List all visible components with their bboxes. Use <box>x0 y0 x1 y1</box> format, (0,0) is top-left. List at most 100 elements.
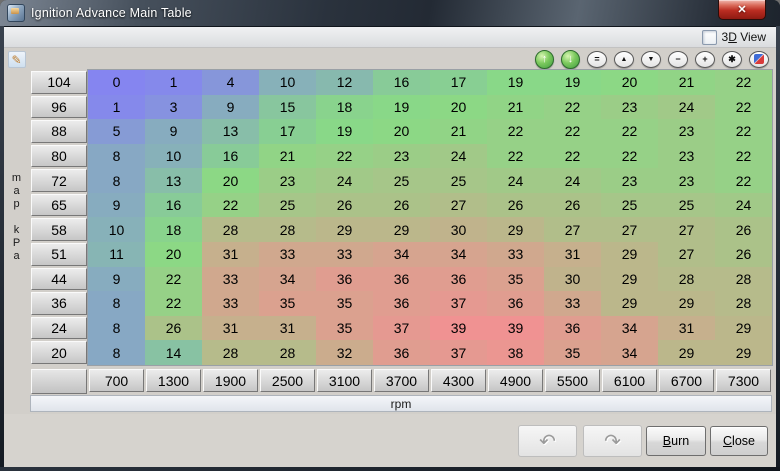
column-header-4900[interactable]: 4900 <box>487 368 544 393</box>
table-cell-r2-c3[interactable]: 17 <box>259 119 316 144</box>
table-cell-r6-c4[interactable]: 29 <box>316 217 373 243</box>
table-cell-r7-c2[interactable]: 31 <box>202 242 259 267</box>
table-cell-r8-c9[interactable]: 29 <box>601 266 658 292</box>
table-cell-r10-c4[interactable]: 35 <box>316 315 373 341</box>
column-header-1300[interactable]: 1300 <box>145 368 202 393</box>
table-cell-r10-c7[interactable]: 39 <box>487 315 544 341</box>
table-cell-r7-c1[interactable]: 20 <box>145 242 202 267</box>
column-header-5500[interactable]: 5500 <box>544 368 601 393</box>
column-header-1900[interactable]: 1900 <box>202 368 259 393</box>
table-cell-r2-c5[interactable]: 20 <box>373 119 430 144</box>
table-cell-r7-c11[interactable]: 26 <box>715 242 772 267</box>
table-cell-r6-c7[interactable]: 29 <box>487 217 544 243</box>
lower-values-button[interactable]: ↓ <box>561 49 580 69</box>
table-cell-r7-c0[interactable]: 11 <box>88 242 145 267</box>
table-cell-r5-c1[interactable]: 16 <box>145 192 202 218</box>
table-cell-r0-c2[interactable]: 4 <box>202 70 259 95</box>
table-cell-r11-c11[interactable]: 29 <box>715 340 772 365</box>
table-cell-r2-c11[interactable]: 22 <box>715 119 772 144</box>
table-cell-r7-c9[interactable]: 29 <box>601 242 658 267</box>
table-cell-r1-c10[interactable]: 24 <box>658 94 715 120</box>
row-header-104[interactable]: 104 <box>30 70 88 95</box>
column-header-4300[interactable]: 4300 <box>430 368 487 393</box>
table-cell-r0-c3[interactable]: 10 <box>259 70 316 95</box>
table-cell-r8-c11[interactable]: 28 <box>715 266 772 292</box>
table-cell-r8-c6[interactable]: 36 <box>430 266 487 292</box>
table-cell-r10-c5[interactable]: 37 <box>373 315 430 341</box>
table-cell-r1-c5[interactable]: 19 <box>373 94 430 120</box>
decrement-button[interactable]: − <box>668 50 688 68</box>
table-cell-r11-c2[interactable]: 28 <box>202 340 259 365</box>
table-cell-r5-c7[interactable]: 26 <box>487 192 544 218</box>
table-cell-r0-c1[interactable]: 1 <box>145 70 202 95</box>
row-header-36[interactable]: 36 <box>30 291 88 316</box>
table-cell-r6-c9[interactable]: 27 <box>601 217 658 243</box>
table-cell-r8-c8[interactable]: 30 <box>544 266 601 292</box>
table-cell-r2-c10[interactable]: 23 <box>658 119 715 144</box>
table-cell-r11-c5[interactable]: 36 <box>373 340 430 365</box>
table-cell-r10-c6[interactable]: 39 <box>430 315 487 341</box>
table-cell-r5-c9[interactable]: 25 <box>601 192 658 218</box>
table-cell-r0-c8[interactable]: 19 <box>544 70 601 95</box>
table-cell-r2-c9[interactable]: 22 <box>601 119 658 144</box>
table-cell-r3-c4[interactable]: 22 <box>316 143 373 169</box>
row-header-44[interactable]: 44 <box>30 267 88 292</box>
close-window-button[interactable]: ✕ <box>718 0 766 20</box>
table-cell-r11-c0[interactable]: 8 <box>88 340 145 365</box>
table-cell-r1-c6[interactable]: 20 <box>430 94 487 120</box>
table-cell-r8-c10[interactable]: 28 <box>658 266 715 292</box>
table-cell-r9-c1[interactable]: 22 <box>145 291 202 316</box>
table-cell-r5-c3[interactable]: 25 <box>259 192 316 218</box>
table-cell-r4-c3[interactable]: 23 <box>259 168 316 193</box>
table-cell-r9-c5[interactable]: 36 <box>373 291 430 316</box>
3d-view-label[interactable]: 3D View <box>722 30 767 44</box>
table-cell-r9-c3[interactable]: 35 <box>259 291 316 316</box>
row-header-58[interactable]: 58 <box>30 217 88 242</box>
column-header-7300[interactable]: 7300 <box>715 368 772 393</box>
table-cell-r6-c3[interactable]: 28 <box>259 217 316 243</box>
table-cell-r10-c10[interactable]: 31 <box>658 315 715 341</box>
table-cell-r5-c2[interactable]: 22 <box>202 192 259 218</box>
column-header-6100[interactable]: 6100 <box>601 368 658 393</box>
table-cell-r6-c6[interactable]: 30 <box>430 217 487 243</box>
table-cell-r5-c11[interactable]: 24 <box>715 192 772 218</box>
table-cell-r4-c6[interactable]: 25 <box>430 168 487 193</box>
decrease-step-button[interactable]: ▼ <box>641 50 661 68</box>
column-header-3700[interactable]: 3700 <box>373 368 430 393</box>
table-cell-r4-c1[interactable]: 13 <box>145 168 202 193</box>
row-header-24[interactable]: 24 <box>30 316 88 341</box>
table-cell-r10-c0[interactable]: 8 <box>88 315 145 341</box>
table-cell-r1-c8[interactable]: 22 <box>544 94 601 120</box>
table-cell-r3-c8[interactable]: 22 <box>544 143 601 169</box>
table-cell-r1-c7[interactable]: 21 <box>487 94 544 120</box>
table-cell-r9-c7[interactable]: 36 <box>487 291 544 316</box>
column-header-3100[interactable]: 3100 <box>316 368 373 393</box>
table-cell-r7-c3[interactable]: 33 <box>259 242 316 267</box>
table-cell-r2-c1[interactable]: 9 <box>145 119 202 144</box>
table-cell-r11-c7[interactable]: 38 <box>487 340 544 365</box>
table-cell-r4-c9[interactable]: 23 <box>601 168 658 193</box>
table-cell-r9-c6[interactable]: 37 <box>430 291 487 316</box>
table-cell-r6-c5[interactable]: 29 <box>373 217 430 243</box>
table-cell-r4-c2[interactable]: 20 <box>202 168 259 193</box>
table-cell-r8-c5[interactable]: 36 <box>373 266 430 292</box>
table-cell-r9-c4[interactable]: 35 <box>316 291 373 316</box>
table-cell-r3-c9[interactable]: 22 <box>601 143 658 169</box>
table-cell-r8-c4[interactable]: 36 <box>316 266 373 292</box>
table-cell-r4-c10[interactable]: 23 <box>658 168 715 193</box>
table-cell-r10-c9[interactable]: 34 <box>601 315 658 341</box>
undo-button[interactable]: ↶ <box>518 425 577 457</box>
table-cell-r9-c11[interactable]: 28 <box>715 291 772 316</box>
table-cell-r2-c4[interactable]: 19 <box>316 119 373 144</box>
table-cell-r0-c11[interactable]: 22 <box>715 70 772 95</box>
table-cell-r0-c10[interactable]: 21 <box>658 70 715 95</box>
table-cell-r11-c1[interactable]: 14 <box>145 340 202 365</box>
table-cell-r10-c11[interactable]: 29 <box>715 315 772 341</box>
edit-cell-button[interactable] <box>749 50 769 68</box>
table-cell-r6-c0[interactable]: 10 <box>88 217 145 243</box>
table-cell-r5-c8[interactable]: 26 <box>544 192 601 218</box>
row-header-72[interactable]: 72 <box>30 168 88 193</box>
table-cell-r6-c8[interactable]: 27 <box>544 217 601 243</box>
raise-values-button[interactable]: ↑ <box>535 49 554 69</box>
table-cell-r6-c2[interactable]: 28 <box>202 217 259 243</box>
